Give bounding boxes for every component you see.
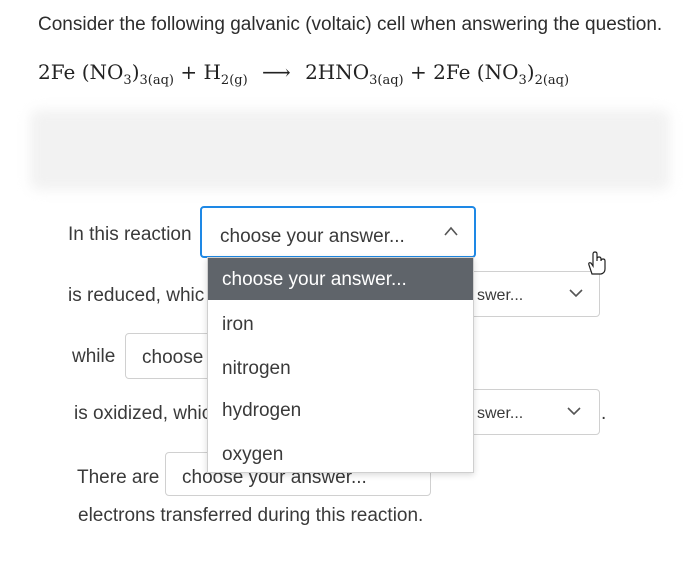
- row5-suffix: electrons transferred during this reacti…: [78, 505, 424, 526]
- hand-pointer-icon: [585, 250, 609, 281]
- question-intro: Consider the following galvanic (voltaic…: [38, 14, 663, 35]
- dropdown-option-placeholder[interactable]: choose your answer...: [208, 258, 473, 300]
- select-value: choose: [142, 347, 204, 368]
- select-value: swer...: [477, 405, 524, 422]
- chevron-down-icon: [569, 285, 583, 301]
- eq-sub: 2(g): [220, 73, 248, 88]
- chemical-equation: 2Fe (NO3)3(aq) + H2(g) ⟶ 2HNO3(aq) + 2Fe…: [38, 60, 569, 88]
- eq-sub: 2(aq): [534, 73, 570, 88]
- eq-arrow: ⟶: [262, 60, 291, 84]
- row3-label: while: [72, 346, 116, 367]
- eq-reactant-2: + H: [180, 60, 221, 84]
- eq-product-1: 2HNO: [305, 60, 370, 84]
- eq-sub: 3(aq): [369, 73, 404, 88]
- answer-select-4[interactable]: swer...: [466, 389, 600, 435]
- answer-select-1[interactable]: choose your answer...: [200, 206, 476, 258]
- dropdown-option-oxygen[interactable]: oxygen: [208, 438, 473, 472]
- trailing-period: .: [601, 403, 607, 424]
- answer-select-3[interactable]: choose: [125, 333, 215, 379]
- select-value: choose your answer...: [220, 226, 405, 247]
- redacted-region: [30, 110, 670, 190]
- row5-label: There are: [77, 467, 160, 488]
- chevron-up-icon: [444, 223, 458, 239]
- row2-label: is reduced, whic: [68, 285, 205, 306]
- answer-dropdown-list[interactable]: choose your answer... iron nitrogen hydr…: [207, 257, 474, 473]
- eq-reactant-1: 2Fe (NO: [38, 60, 124, 84]
- row1-label: In this reaction: [68, 224, 192, 245]
- answer-select-2[interactable]: swer...: [468, 271, 600, 317]
- dropdown-option-iron[interactable]: iron: [208, 308, 473, 342]
- eq-product-2: + 2Fe (NO: [409, 60, 519, 84]
- chevron-down-icon: [567, 403, 581, 419]
- eq-paren: ): [131, 60, 140, 84]
- eq-sub: 3: [123, 73, 132, 88]
- eq-sub: 3: [518, 73, 527, 88]
- row4-label: is oxidized, whic: [74, 403, 212, 424]
- eq-sub: 3(aq): [139, 73, 175, 88]
- dropdown-option-nitrogen[interactable]: nitrogen: [208, 352, 473, 386]
- dropdown-option-hydrogen[interactable]: hydrogen: [208, 394, 473, 428]
- select-value: swer...: [477, 287, 524, 304]
- eq-paren: ): [526, 60, 535, 84]
